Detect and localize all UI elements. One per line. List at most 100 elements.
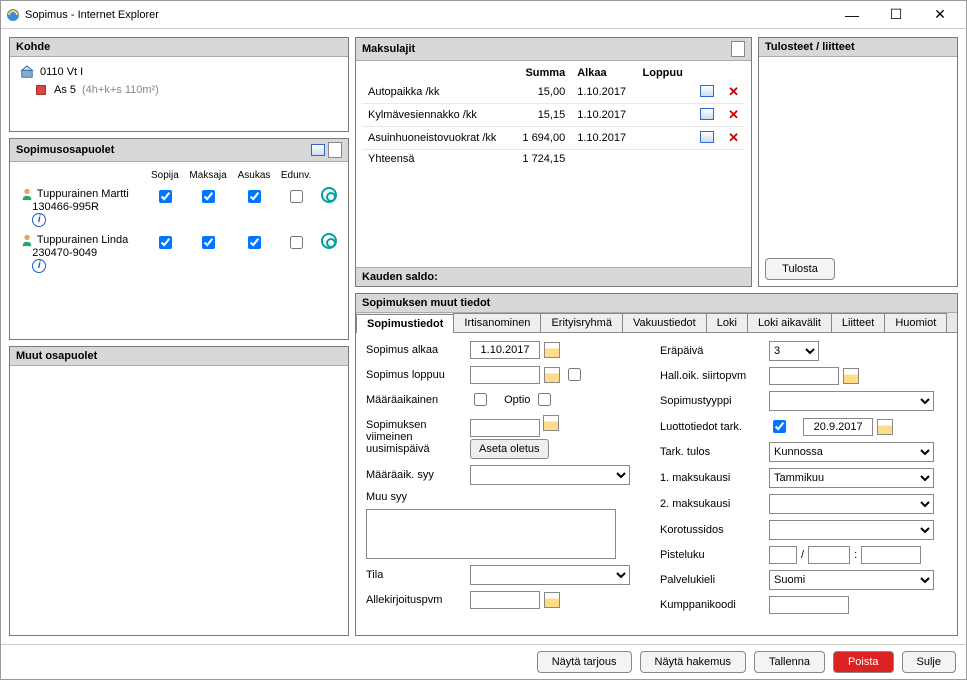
muut-panel: Muut osapuolet [9, 346, 349, 636]
lbl-maaraaikainen: Määräaikainen [366, 394, 466, 406]
poista-button[interactable]: Poista [833, 651, 894, 673]
building-icon [20, 65, 34, 79]
party-row: Tuppurainen Martti 130466-995R i [18, 185, 340, 229]
close-button[interactable]: ✕ [926, 5, 954, 25]
lbl-tark-tulos: Tark. tulos [660, 446, 765, 458]
tab-loki-aikavalit[interactable]: Loki aikavälit [747, 313, 832, 332]
pay-name: Kylmävesiennakko /kk [362, 104, 512, 127]
minimize-button[interactable]: — [838, 5, 866, 25]
edunv-check[interactable] [290, 236, 303, 249]
calendar-icon[interactable] [544, 592, 560, 608]
col-summa: Summa [512, 65, 571, 81]
loppuu-check[interactable] [568, 368, 581, 381]
asukas-check[interactable] [248, 236, 261, 249]
calendar-icon[interactable] [877, 419, 893, 435]
erapaiva-select[interactable]: 3 [769, 341, 819, 361]
parties-title: Sopimusosapuolet [16, 144, 114, 156]
edunv-check[interactable] [290, 190, 303, 203]
kumppanikoodi-input[interactable] [769, 596, 849, 614]
kohde-title: Kohde [16, 41, 50, 53]
pay-name: Asuinhuoneistovuokrat /kk [362, 127, 512, 150]
tab-loki[interactable]: Loki [706, 313, 748, 332]
luottotiedot-check[interactable] [773, 420, 786, 433]
sopimus-loppuu-input[interactable] [470, 366, 540, 384]
pay-sum: 1 694,00 [512, 127, 571, 150]
halloik-input[interactable] [769, 367, 839, 385]
party-name: Tuppurainen Linda [37, 234, 128, 246]
maksaja-check[interactable] [202, 236, 215, 249]
optio-check[interactable] [538, 393, 551, 406]
print-button[interactable]: Tulosta [765, 258, 835, 280]
tark-tulos-select[interactable]: Kunnossa [769, 442, 934, 462]
tabs: Sopimustiedot Irtisanominen Erityisryhmä… [356, 313, 957, 333]
allekirjoitus-input[interactable] [470, 591, 540, 609]
tab-huomiot[interactable]: Huomiot [884, 313, 947, 332]
lbl-halloik: Hall.oik. siirtopvm [660, 370, 765, 382]
sopija-check[interactable] [159, 236, 172, 249]
sopimustyyppi-select[interactable] [769, 391, 934, 411]
muut-title: Muut osapuolet [16, 350, 97, 362]
pay-start: 1.10.2017 [571, 81, 636, 104]
total-value: 1 724,15 [512, 150, 571, 169]
edit-icon[interactable] [700, 108, 714, 120]
pay-start: 1.10.2017 [571, 127, 636, 150]
edit-icon[interactable] [700, 131, 714, 143]
pisteluku-3[interactable] [861, 546, 921, 564]
calendar-icon[interactable] [544, 367, 560, 383]
page-icon[interactable] [328, 142, 342, 158]
maaraaikainen-check[interactable] [474, 393, 487, 406]
party-id: 130466-995R [32, 201, 99, 213]
lbl-maksukausi2: 2. maksukausi [660, 498, 765, 510]
kohde-panel: Kohde 0110 Vt I As 5 (4h+k+s 110m²) [9, 37, 349, 132]
target-icon[interactable] [321, 187, 337, 203]
info-icon[interactable]: i [32, 213, 46, 227]
party-row: Tuppurainen Linda 230470-9049 i [18, 231, 340, 275]
pisteluku-2[interactable] [808, 546, 850, 564]
maksaja-check[interactable] [202, 190, 215, 203]
aseta-oletus-button[interactable]: Aseta oletus [470, 439, 549, 459]
payment-row: Autopaikka /kk 15,00 1.10.2017 ✕ [362, 81, 745, 104]
sopimus-alkaa-input[interactable] [470, 341, 540, 359]
apartment-icon [34, 83, 48, 97]
pisteluku-1[interactable] [769, 546, 797, 564]
calendar-icon[interactable] [843, 368, 859, 384]
calendar-icon[interactable] [544, 342, 560, 358]
delete-icon[interactable]: ✕ [728, 107, 739, 122]
tila-select[interactable] [470, 565, 630, 585]
tab-irtisanominen[interactable]: Irtisanominen [453, 313, 541, 332]
col-sopija: Sopija [147, 168, 183, 183]
luottotiedot-date[interactable] [803, 418, 873, 436]
korotussidos-select[interactable] [769, 520, 934, 540]
nayta-tarjous-button[interactable]: Näytä tarjous [537, 651, 632, 673]
calendar-icon[interactable] [543, 415, 559, 431]
sulje-button[interactable]: Sulje [902, 651, 956, 673]
tab-vakuustiedot[interactable]: Vakuustiedot [622, 313, 707, 332]
maksukausi2-select[interactable] [769, 494, 934, 514]
info-icon[interactable]: i [32, 259, 46, 273]
uusimispaiva-input[interactable] [470, 419, 540, 437]
delete-icon[interactable]: ✕ [728, 130, 739, 145]
tab-erityisryhma[interactable]: Erityisryhmä [540, 313, 623, 332]
maaraik-syy-select[interactable] [470, 465, 630, 485]
asukas-check[interactable] [248, 190, 261, 203]
tab-sopimustiedot[interactable]: Sopimustiedot [356, 314, 454, 333]
edit-icon[interactable] [700, 85, 714, 97]
nayta-hakemus-button[interactable]: Näytä hakemus [640, 651, 746, 673]
lbl-sopimustyyppi: Sopimustyyppi [660, 395, 765, 407]
muu-syy-textarea[interactable] [366, 509, 616, 559]
edit-parties-icon[interactable] [311, 144, 325, 156]
delete-icon[interactable]: ✕ [728, 84, 739, 99]
tab-liitteet[interactable]: Liitteet [831, 313, 885, 332]
details-title: Sopimuksen muut tiedot [362, 297, 490, 309]
maksukausi1-select[interactable]: Tammikuu [769, 468, 934, 488]
page-icon[interactable] [731, 41, 745, 57]
target-icon[interactable] [321, 233, 337, 249]
lbl-kumppanikoodi: Kumppanikoodi [660, 599, 765, 611]
palvelukieli-select[interactable]: Suomi [769, 570, 934, 590]
lbl-maksukausi1: 1. maksukausi [660, 472, 765, 484]
sopija-check[interactable] [159, 190, 172, 203]
tallenna-button[interactable]: Tallenna [754, 651, 825, 673]
maksulajit-title: Maksulajit [362, 43, 415, 55]
details-panel: Sopimuksen muut tiedot Sopimustiedot Irt… [355, 293, 958, 636]
maximize-button[interactable]: ☐ [882, 5, 910, 25]
